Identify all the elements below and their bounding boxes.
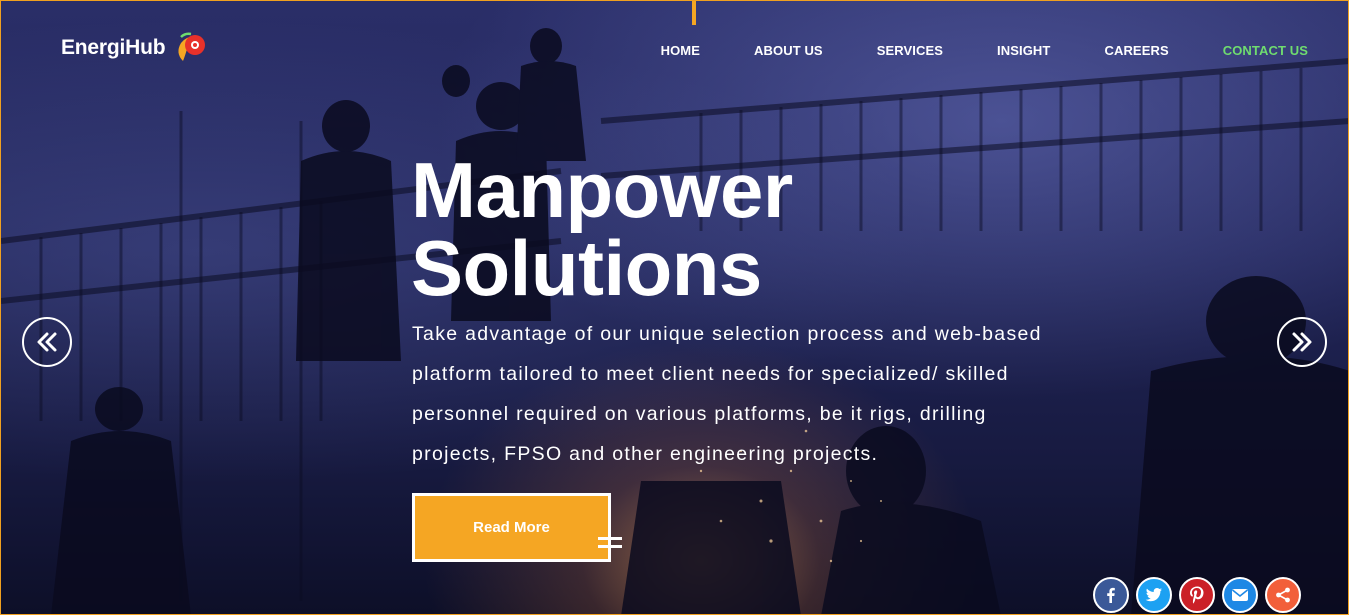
pinterest-share-button[interactable] bbox=[1179, 577, 1215, 613]
nav-item-home[interactable]: HOME bbox=[661, 43, 700, 58]
carousel-next-button[interactable] bbox=[1277, 317, 1327, 367]
facebook-share-button[interactable] bbox=[1093, 577, 1129, 613]
twitter-share-button[interactable] bbox=[1136, 577, 1172, 613]
hero-banner: EnergiHub HOME ABOUT US SERVICES INSIGHT… bbox=[0, 0, 1349, 615]
brand-logo[interactable]: EnergiHub bbox=[61, 31, 207, 65]
brand-name: EnergiHub bbox=[61, 36, 166, 59]
hero-headline-line1: Manpower bbox=[411, 146, 793, 234]
main-nav: HOME ABOUT US SERVICES INSIGHT CAREERS C… bbox=[607, 43, 1308, 58]
hero-description: Take advantage of our unique selection p… bbox=[412, 323, 1042, 465]
nav-item-insight[interactable]: INSIGHT bbox=[997, 43, 1050, 58]
nav-item-services[interactable]: SERVICES bbox=[877, 43, 943, 58]
read-more-button[interactable]: Read More bbox=[412, 493, 611, 562]
share-button[interactable] bbox=[1265, 577, 1301, 613]
pinterest-icon bbox=[1190, 586, 1204, 604]
email-share-button[interactable] bbox=[1222, 577, 1258, 613]
carousel-prev-button[interactable] bbox=[22, 317, 72, 367]
facebook-icon bbox=[1107, 587, 1115, 603]
hero-headline: Manpower Solutions bbox=[411, 151, 1011, 307]
energihub-logo-mark-icon bbox=[178, 32, 206, 61]
social-share-bar bbox=[1093, 577, 1301, 613]
hero-headline-line2: Solutions bbox=[411, 224, 762, 312]
email-icon bbox=[1232, 589, 1248, 601]
double-chevron-left-icon bbox=[37, 332, 57, 352]
nav-item-about-us[interactable]: ABOUT US bbox=[754, 43, 823, 58]
nav-item-contact-us[interactable]: CONTACT US bbox=[1223, 43, 1308, 58]
twitter-icon bbox=[1145, 588, 1162, 602]
top-accent-bar bbox=[692, 1, 696, 25]
nav-item-careers[interactable]: CAREERS bbox=[1104, 43, 1168, 58]
menu-lines-icon[interactable] bbox=[598, 537, 622, 551]
share-icon bbox=[1276, 587, 1290, 603]
double-chevron-right-icon bbox=[1292, 332, 1312, 352]
